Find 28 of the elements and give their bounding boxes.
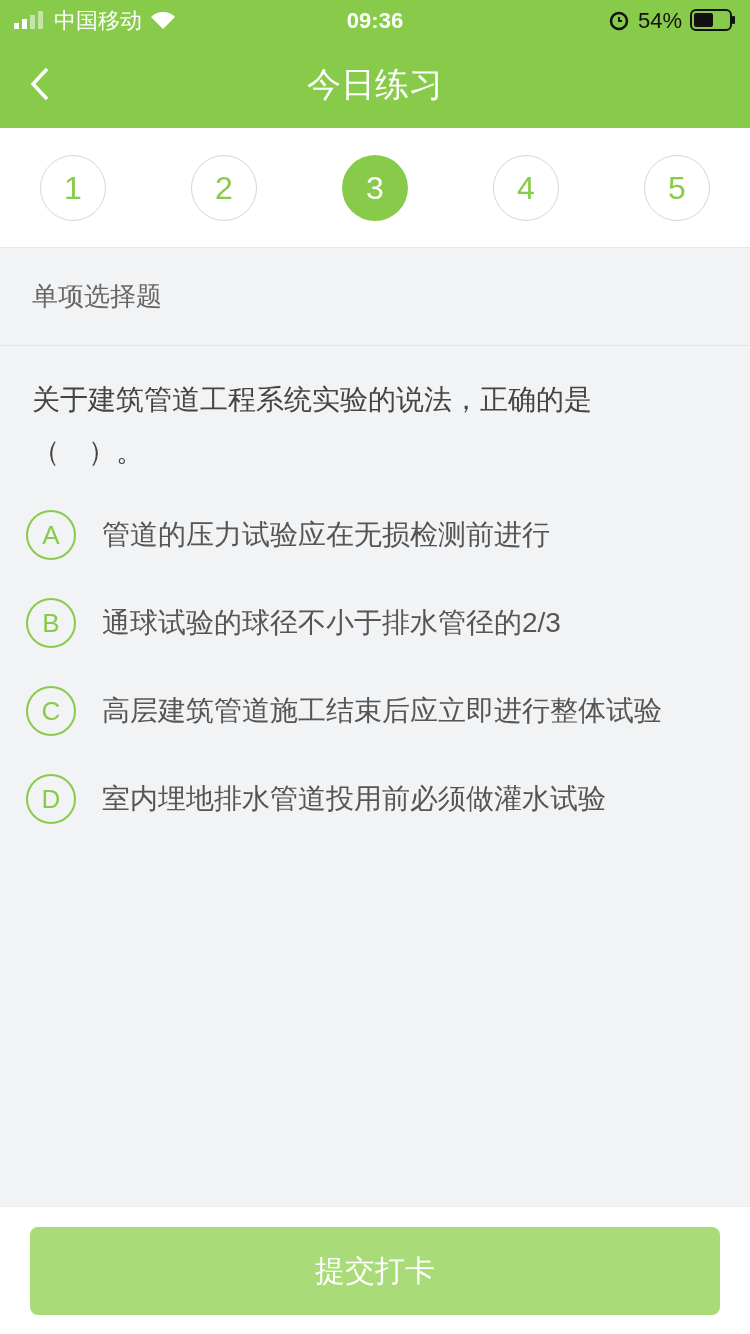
option-letter: D (26, 774, 76, 824)
signal-icon (14, 11, 46, 29)
clock-time: 09:36 (346, 6, 404, 35)
carrier-name: 中国移动 (54, 6, 142, 35)
page-title: 今日练习 (307, 63, 443, 105)
battery-percent: 54% (637, 6, 682, 35)
option-letter: A (26, 510, 76, 560)
question-step[interactable]: 4 (493, 154, 559, 221)
option-text: 高层建筑管道施工结束后应立即进行整体试验 (102, 694, 662, 728)
option-letter: C (26, 686, 76, 736)
wifi-icon (150, 10, 176, 30)
question-step[interactable]: 1 (40, 154, 106, 221)
option-text: 室内埋地排水管道投用前必须做灌水试验 (102, 782, 606, 816)
option-text: 管道的压力试验应在无损检测前进行 (102, 518, 550, 552)
answer-option[interactable]: C 高层建筑管道施工结束后应立即进行整体试验 (26, 686, 724, 736)
section-title: 单项选择题 (32, 280, 162, 313)
alarm-icon (607, 9, 630, 31)
answer-option[interactable]: B 通球试验的球径不小于排水管径的2/3 (26, 598, 724, 648)
question-step[interactable]: 3 (342, 154, 408, 221)
question-step[interactable]: 2 (191, 154, 257, 221)
battery-icon (690, 9, 736, 31)
back-icon (30, 67, 50, 101)
question-text: 关于建筑管道工程系统实验的说法，正确的是（ ）。 (32, 383, 593, 469)
option-letter: B (26, 598, 76, 648)
option-text: 通球试验的球径不小于排水管径的2/3 (102, 606, 561, 640)
question-step[interactable]: 5 (644, 154, 710, 221)
answer-option[interactable]: D 室内埋地排水管道投用前必须做灌水试验 (26, 774, 724, 824)
answer-option[interactable]: A 管道的压力试验应在无损检测前进行 (26, 510, 724, 560)
